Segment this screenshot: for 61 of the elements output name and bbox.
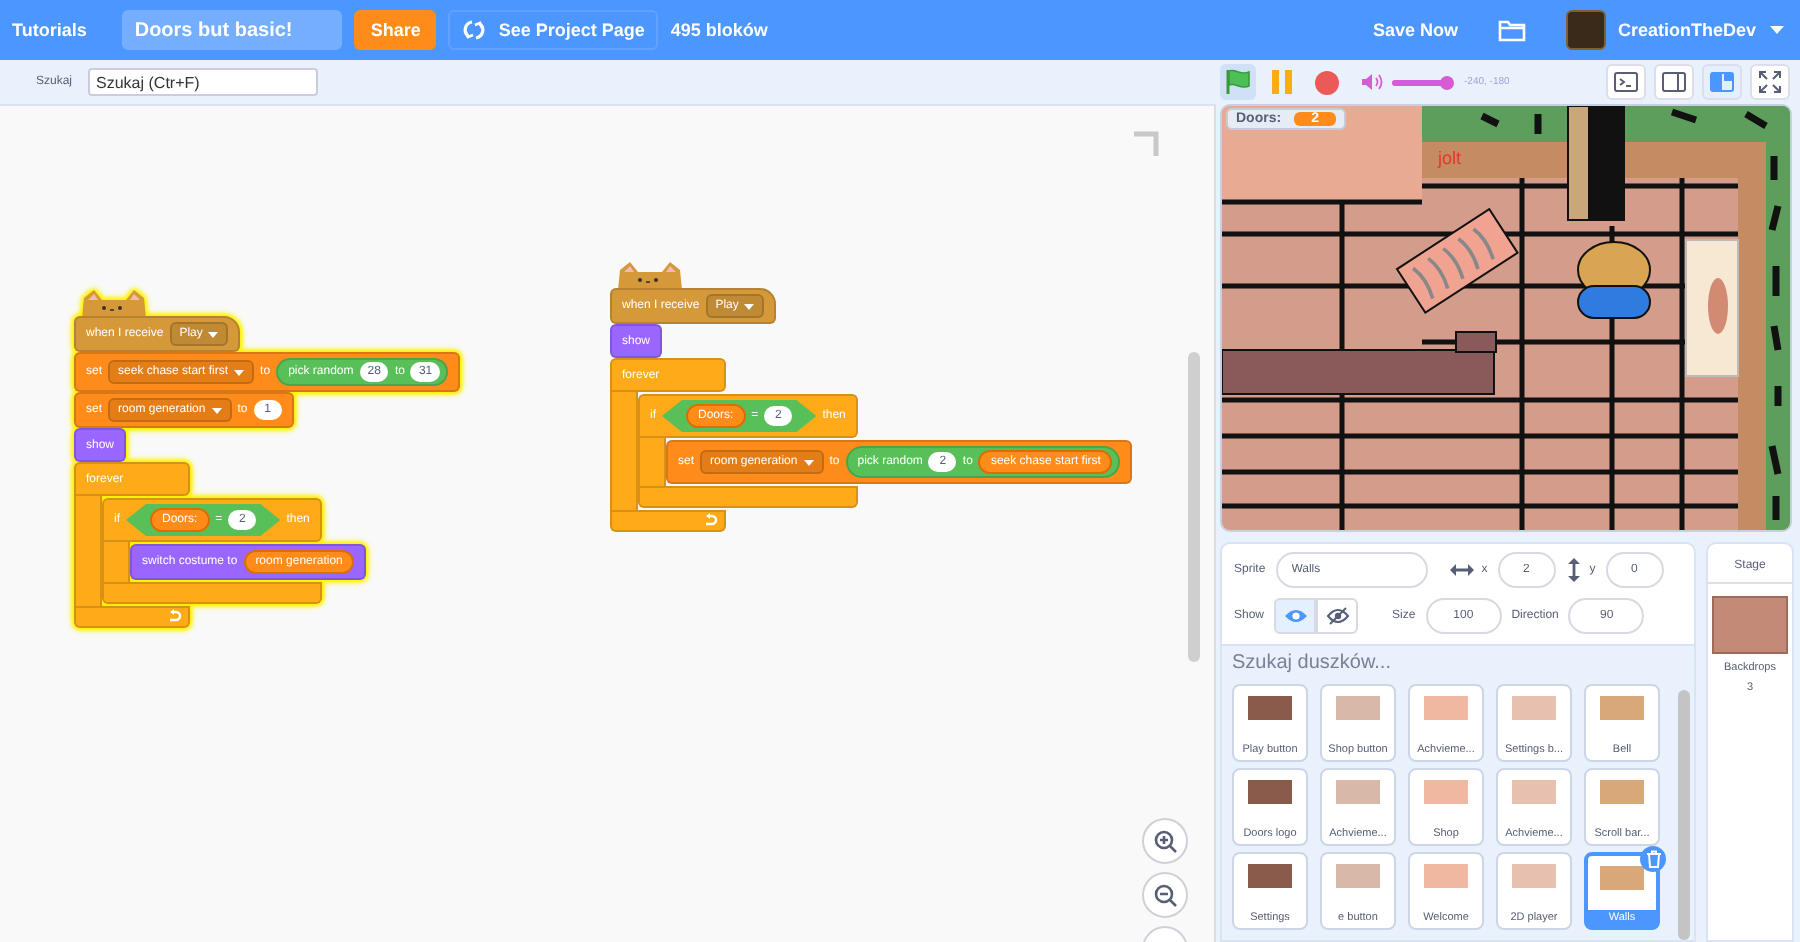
sprite-thumbnail <box>1600 780 1644 804</box>
sprite-thumbnail <box>1248 696 1292 720</box>
horizontal-arrows-icon <box>1449 562 1474 578</box>
console-button[interactable] <box>1606 64 1646 100</box>
scrollbar[interactable] <box>1188 352 1200 662</box>
caret-icon <box>744 303 755 309</box>
caret-icon[interactable] <box>1770 25 1784 35</box>
delete-sprite-button[interactable] <box>1640 846 1666 872</box>
zoom-in-button[interactable] <box>1142 818 1188 864</box>
avatar-image[interactable] <box>1565 10 1606 50</box>
stop-icon <box>1313 69 1339 95</box>
volume-icon[interactable] <box>1360 72 1384 92</box>
flag-icon <box>1224 68 1252 96</box>
terminal-icon <box>1612 68 1640 96</box>
cat-head-icon <box>80 290 148 318</box>
fullscreen-button[interactable] <box>1750 64 1790 100</box>
sprite-thumbnail <box>1248 864 1292 888</box>
panel-icon <box>1660 68 1688 96</box>
volume-slider[interactable] <box>1392 79 1448 85</box>
sprite-thumbnail <box>1424 696 1468 720</box>
sprite-thumbnail <box>1424 780 1468 804</box>
sprite-thumbnail <box>1336 864 1380 888</box>
crossed-eye-icon <box>1325 606 1350 626</box>
eye-icon <box>1283 608 1308 624</box>
search-field[interactable]: Szukaj (Ctr+F) <box>88 68 319 96</box>
zoom-out-icon <box>1153 883 1177 907</box>
cat-head-icon <box>616 262 684 290</box>
arrows-icon <box>462 18 487 42</box>
stage-text: jolt <box>1438 148 1462 168</box>
block-count: 495 bloków <box>670 20 768 40</box>
caret-icon <box>803 459 814 465</box>
caret-icon <box>208 331 219 337</box>
sprite-thumbnail <box>1336 696 1380 720</box>
caret-icon <box>211 407 222 413</box>
sprite-thumbnail <box>1600 696 1644 720</box>
loop-arrow-icon <box>704 512 718 526</box>
layout-icon <box>1708 68 1736 96</box>
sprite-thumbnail <box>1512 864 1556 888</box>
corner-mark-icon <box>1132 130 1160 158</box>
trash-icon <box>1645 850 1661 868</box>
sprite-search-field[interactable]: Szukaj duszków... <box>1222 644 1694 678</box>
sprite-thumbnail <box>1512 780 1556 804</box>
show-sprite-button[interactable] <box>1274 598 1317 634</box>
folder-icon[interactable] <box>1497 18 1526 42</box>
loop-arrow-icon <box>168 608 182 622</box>
vertical-arrows-icon <box>1565 558 1582 582</box>
zoom-out-button[interactable] <box>1142 872 1188 918</box>
scrollbar[interactable] <box>1678 690 1690 940</box>
fullscreen-icon <box>1756 68 1784 96</box>
small-stage-button[interactable] <box>1654 64 1694 100</box>
caret-icon <box>234 369 245 375</box>
sprite-thumbnail <box>1248 780 1292 804</box>
sprite-thumbnail <box>1336 780 1380 804</box>
flag-button[interactable] <box>1220 64 1256 100</box>
sprite-thumbnail <box>1512 696 1556 720</box>
pause-icon <box>1270 68 1294 96</box>
sprite-thumbnail <box>1600 866 1644 890</box>
sprite-thumbnail <box>1424 864 1468 888</box>
hide-sprite-button[interactable] <box>1316 598 1359 634</box>
backdrop-thumbnail[interactable] <box>1712 596 1788 654</box>
zoom-in-icon <box>1153 829 1177 853</box>
